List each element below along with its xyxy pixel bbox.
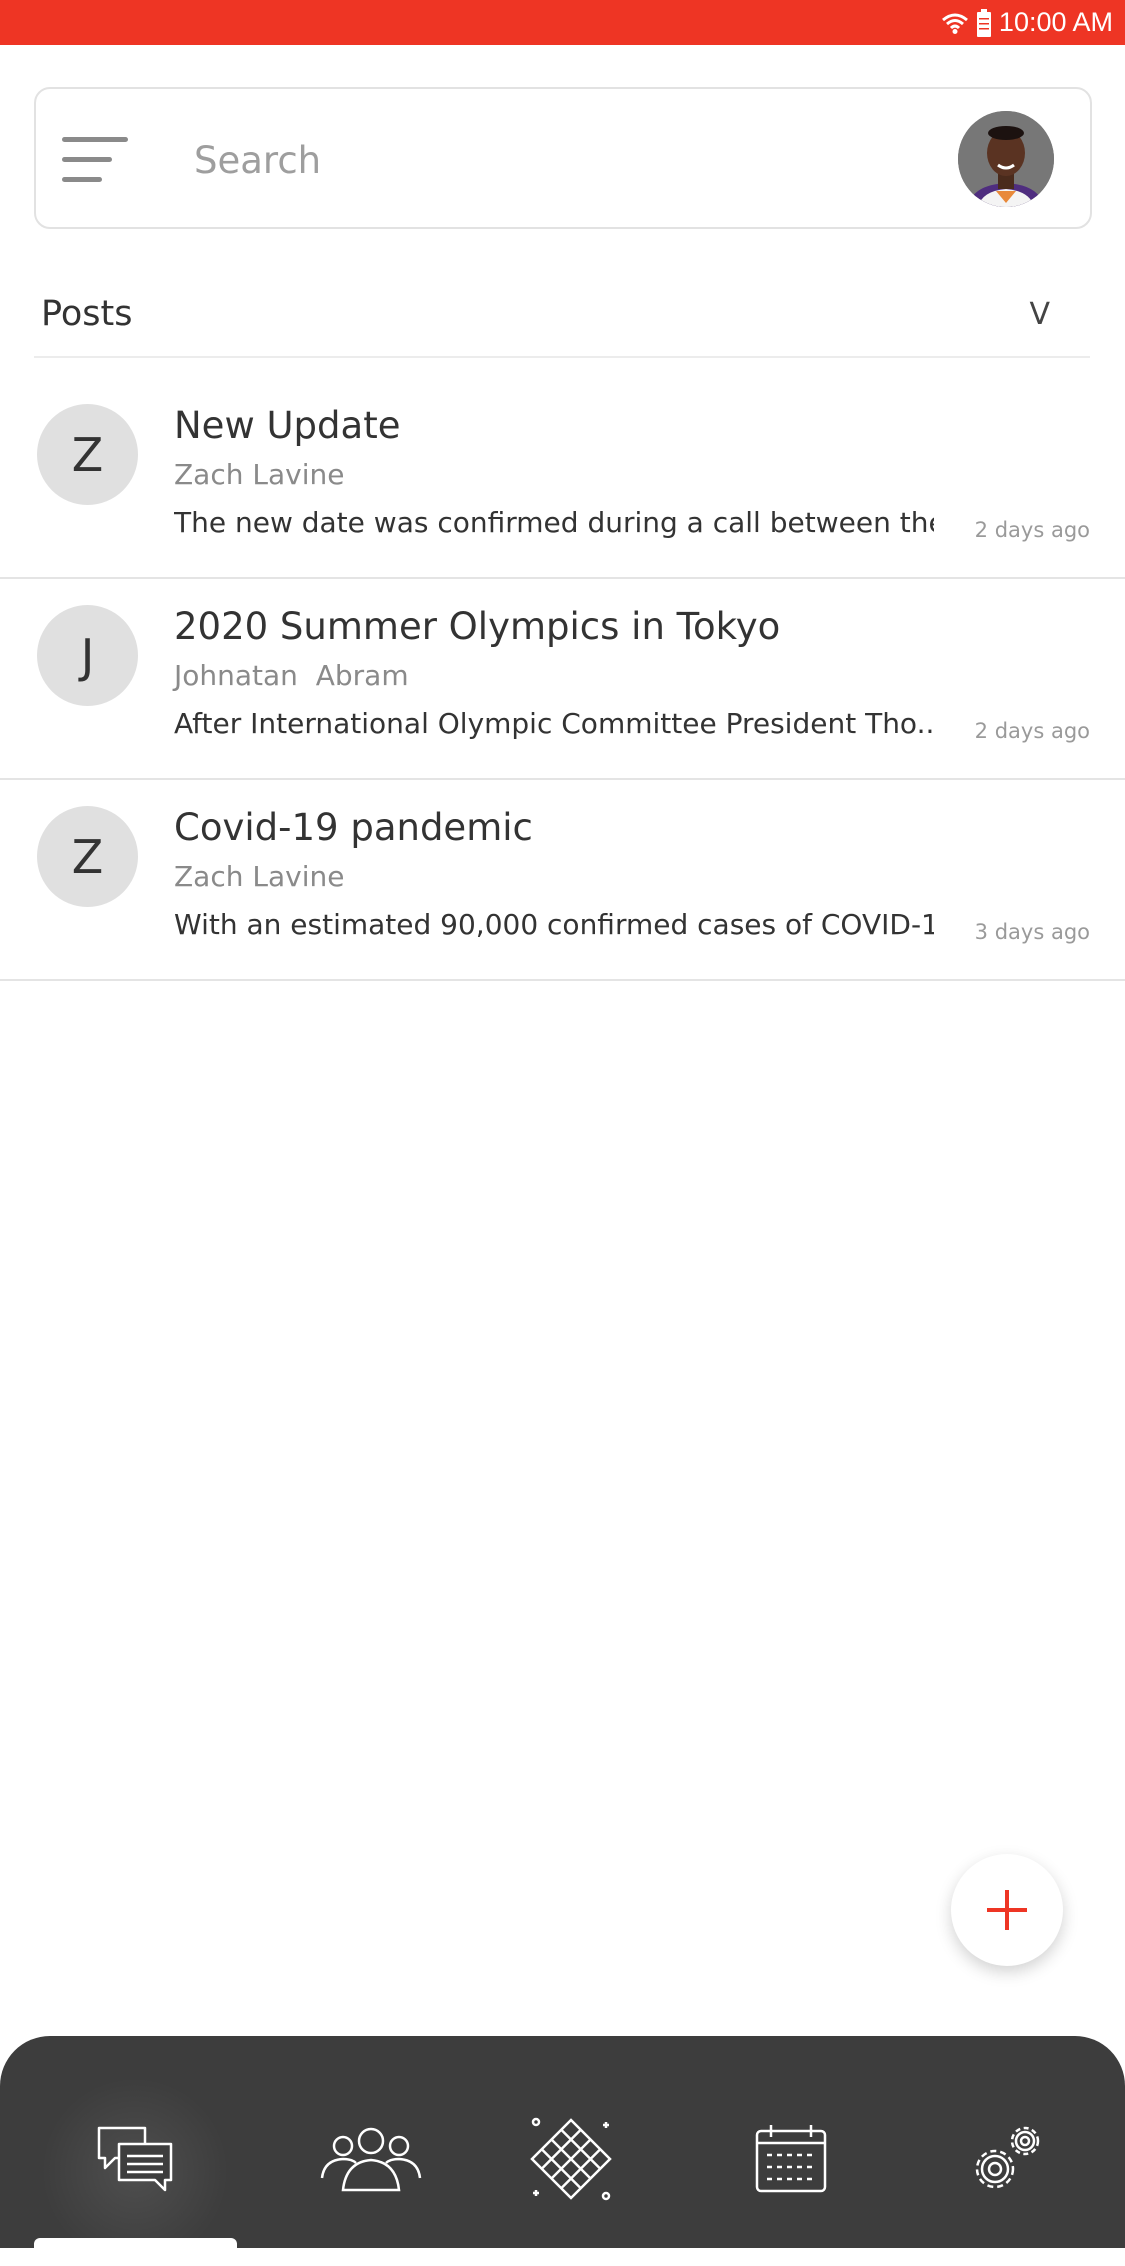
post-excerpt: The new date was confirmed during a call…	[174, 506, 934, 539]
post-avatar: Z	[37, 806, 138, 907]
calendar-icon	[755, 2125, 827, 2193]
menu-icon[interactable]	[62, 137, 128, 183]
avatar-image	[958, 111, 1054, 207]
post-excerpt: With an estimated 90,000 confirmed cases…	[174, 908, 934, 941]
section-title: Posts	[41, 294, 133, 334]
post-list: Z New Update Zach Lavine The new date wa…	[0, 378, 1125, 981]
add-post-button[interactable]	[951, 1854, 1063, 1966]
plus-icon	[987, 1890, 1027, 1930]
post-avatar: Z	[37, 404, 138, 505]
search-bar	[34, 87, 1092, 229]
home-indicator	[34, 2238, 237, 2248]
post-author: Johnatan Abram	[174, 659, 409, 692]
nav-chat[interactable]	[80, 2104, 190, 2214]
post-avatar: J	[37, 605, 138, 706]
nav-explore[interactable]	[516, 2104, 626, 2214]
post-excerpt: After International Olympic Committee Pr…	[174, 707, 934, 740]
avatar[interactable]	[958, 111, 1054, 207]
post-title: 2020 Summer Olympics in Tokyo	[174, 605, 781, 648]
status-bar: 10:00 AM	[0, 0, 1125, 45]
chat-icon	[97, 2126, 173, 2192]
post-author: Zach Lavine	[174, 458, 345, 491]
search-input[interactable]	[192, 121, 956, 199]
nav-settings[interactable]	[952, 2104, 1062, 2214]
nav-calendar[interactable]	[736, 2104, 846, 2214]
post-author: Zach Lavine	[174, 860, 345, 893]
grid-diamond-icon	[530, 2117, 612, 2201]
bottom-nav	[0, 2036, 1125, 2266]
people-icon	[320, 2127, 422, 2192]
settings-icon	[975, 2126, 1040, 2189]
post-title: Covid-19 pandemic	[174, 806, 533, 849]
list-item[interactable]: Z Covid-19 pandemic Zach Lavine With an …	[0, 780, 1125, 981]
post-title: New Update	[174, 404, 401, 447]
chevron-down-icon[interactable]: V	[1029, 297, 1090, 332]
list-item[interactable]: J 2020 Summer Olympics in Tokyo Johnatan…	[0, 579, 1125, 780]
post-time: 2 days ago	[974, 518, 1090, 542]
status-time: 10:00 AM	[998, 7, 1113, 37]
status-icons	[941, 8, 991, 37]
post-time: 3 days ago	[974, 920, 1090, 944]
list-item[interactable]: Z New Update Zach Lavine The new date wa…	[0, 378, 1125, 579]
posts-section-header: Posts V	[34, 272, 1090, 358]
nav-people[interactable]	[316, 2104, 426, 2214]
battery-icon	[976, 8, 991, 37]
wifi-icon	[941, 13, 968, 34]
post-time: 2 days ago	[974, 719, 1090, 743]
